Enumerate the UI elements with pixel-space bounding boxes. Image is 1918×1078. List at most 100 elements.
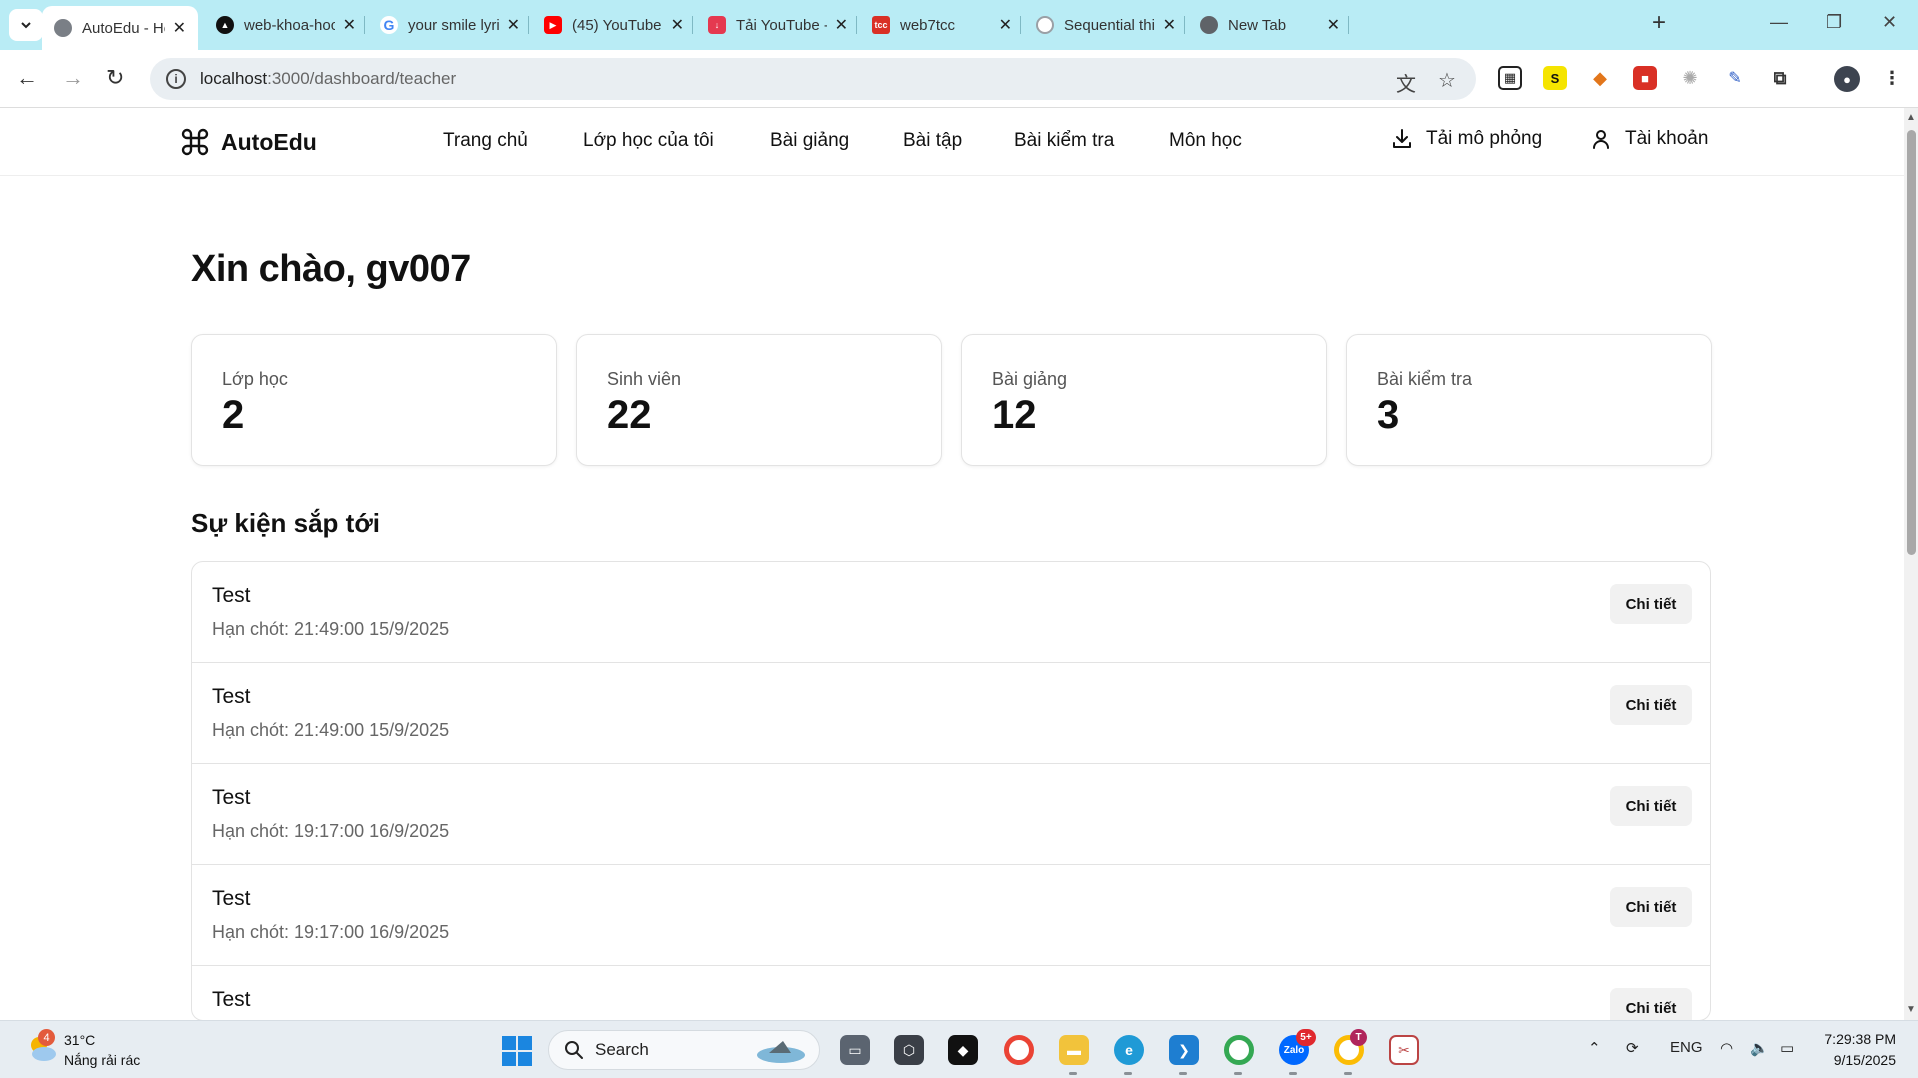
battery-icon[interactable]: ▭	[1780, 1039, 1794, 1057]
reload-icon[interactable]: ↻	[106, 65, 124, 91]
pen-icon[interactable]: ✎	[1723, 66, 1747, 90]
browser-tab-strip: AutoEdu - Hệ thống ✕ ▲ web-khoa-hoc-k ✕ …	[0, 0, 1918, 50]
close-icon[interactable]: ✕	[1163, 15, 1176, 35]
scrollbar-thumb[interactable]	[1907, 130, 1916, 555]
extension-icon[interactable]: S	[1543, 66, 1567, 90]
detail-button[interactable]: Chi tiết	[1610, 685, 1692, 725]
stat-card-classes: Lớp học 2	[191, 334, 557, 466]
stat-value: 12	[992, 393, 1037, 437]
close-icon[interactable]: ✕	[999, 15, 1012, 35]
app-icon[interactable]: ⬡	[894, 1035, 924, 1065]
windows-start-icon[interactable]	[502, 1036, 532, 1066]
tab-title: Tải YouTube - Tả	[736, 16, 827, 34]
browser-tab[interactable]: ▲ web-khoa-hoc-k ✕	[204, 6, 368, 44]
download-simulation-button[interactable]: Tải mô phỏng	[1390, 127, 1542, 151]
info-icon[interactable]: i	[166, 69, 186, 89]
clock-time[interactable]: 7:29:38 PM	[1816, 1031, 1896, 1047]
stat-card-students: Sinh viên 22	[576, 334, 942, 466]
download-icon	[1393, 129, 1411, 148]
profile-badge: T	[1350, 1029, 1367, 1046]
weather-description[interactable]: Nắng rải rác	[64, 1052, 140, 1068]
tab-separator	[1184, 16, 1185, 34]
vscode-icon[interactable]: ❯	[1169, 1035, 1199, 1065]
weather-alert-badge: 4	[38, 1029, 55, 1046]
scroll-up-icon[interactable]: ▲	[1906, 112, 1916, 123]
language-indicator[interactable]: ENG	[1670, 1039, 1703, 1056]
metamask-icon[interactable]: ◆	[1588, 66, 1612, 90]
tab-title: your smile lyrics	[408, 16, 499, 34]
app-icon[interactable]: ◆	[948, 1035, 978, 1065]
browser-tab[interactable]: New Tab ✕	[1188, 6, 1352, 44]
puzzle-icon[interactable]: ⧉	[1768, 66, 1792, 90]
wifi-icon[interactable]: ◠	[1720, 1039, 1733, 1057]
close-icon[interactable]: ✕	[173, 18, 186, 38]
translate-icon[interactable]: 文	[1396, 68, 1416, 97]
nav-home[interactable]: Trang chủ	[443, 130, 528, 152]
profile-avatar[interactable]: ●	[1834, 66, 1860, 92]
edge-icon[interactable]: e	[1114, 1035, 1144, 1065]
detail-button[interactable]: Chi tiết	[1610, 988, 1692, 1020]
star-icon[interactable]: ☆	[1438, 68, 1456, 93]
more-options-icon[interactable]: ⋮	[1880, 66, 1904, 90]
detail-button[interactable]: Chi tiết	[1610, 584, 1692, 624]
browser-tab[interactable]: AutoEdu - Hệ thống ✕	[42, 6, 198, 50]
nav-exams[interactable]: Bài kiểm tra	[1014, 130, 1114, 152]
scroll-down-icon[interactable]: ▼	[1906, 1004, 1916, 1015]
nav-subjects[interactable]: Môn học	[1169, 130, 1242, 152]
minimize-icon[interactable]: —	[1770, 12, 1788, 33]
chevron-down-icon	[21, 22, 31, 29]
tray-overflow-icon[interactable]: ⌃	[1588, 1039, 1601, 1057]
running-indicator	[1179, 1072, 1187, 1075]
tab-title: Sequential think	[1064, 16, 1155, 34]
tab-separator	[1348, 16, 1349, 34]
taskbar-search[interactable]: Search	[548, 1030, 820, 1070]
close-icon[interactable]: ✕	[835, 15, 848, 35]
tab-title: (45) YouTube	[572, 16, 662, 34]
close-icon[interactable]: ✕	[507, 15, 520, 35]
url-text: localhost:3000/dashboard/teacher	[200, 69, 456, 89]
detail-button[interactable]: Chi tiết	[1610, 887, 1692, 927]
browser-tab[interactable]: ↓ Tải YouTube - Tả ✕	[696, 6, 860, 44]
page-scrollbar[interactable]: ▲ ▼	[1904, 108, 1918, 1020]
volume-icon[interactable]: 🔈	[1750, 1039, 1769, 1057]
stat-value: 22	[607, 393, 652, 437]
qr-code-icon[interactable]: ▦	[1498, 66, 1522, 90]
close-icon[interactable]: ✕	[671, 15, 684, 35]
close-window-icon[interactable]: ✕	[1882, 12, 1897, 33]
browser-tab[interactable]: G your smile lyrics ✕	[368, 6, 532, 44]
weather-temperature[interactable]: 31°C	[64, 1032, 95, 1048]
chrome-profile-icon[interactable]	[1224, 1035, 1254, 1065]
brand-logo[interactable]: AutoEdu	[181, 128, 317, 156]
nav-lectures[interactable]: Bài giảng	[770, 130, 849, 152]
task-view-icon[interactable]: ▭	[840, 1035, 870, 1065]
sun-icon[interactable]: ✺	[1678, 66, 1702, 90]
chrome-icon[interactable]	[1004, 1035, 1034, 1065]
account-button[interactable]: Tài khoản	[1589, 127, 1708, 151]
back-icon[interactable]: ←	[16, 65, 38, 91]
browser-tab[interactable]: tcc web7tcc ✕	[860, 6, 1024, 44]
site-icon: tcc	[872, 16, 890, 34]
sync-icon[interactable]: ⟳	[1626, 1039, 1639, 1057]
browser-tab[interactable]: Sequential think ✕	[1024, 6, 1188, 44]
restore-icon[interactable]: ❐	[1826, 12, 1842, 33]
address-bar[interactable]: i localhost:3000/dashboard/teacher 文 ☆	[150, 58, 1476, 100]
close-icon[interactable]: ✕	[1327, 15, 1340, 35]
snipping-tool-icon[interactable]: ✂	[1389, 1035, 1419, 1065]
list-item: Test Hạn chót: 21:49:00 15/9/2025 Chi ti…	[192, 663, 1710, 764]
nav-my-classes[interactable]: Lớp học của tôi	[583, 130, 714, 152]
file-explorer-icon[interactable]: ▬	[1059, 1035, 1089, 1065]
browser-tab[interactable]: ▶ (45) YouTube ✕	[532, 6, 696, 44]
event-deadline: Hạn chót: 19:17:00 16/9/2025	[212, 922, 450, 942]
tab-search-button[interactable]	[9, 9, 43, 41]
clock-date[interactable]: 9/15/2025	[1816, 1052, 1896, 1068]
notification-badge: 5+	[1296, 1029, 1316, 1046]
url-host: localhost	[200, 69, 268, 88]
extension-icon[interactable]: ■	[1633, 66, 1657, 90]
stat-label: Bài kiểm tra	[1377, 369, 1473, 389]
detail-button[interactable]: Chi tiết	[1610, 786, 1692, 826]
nav-assignments[interactable]: Bài tập	[903, 130, 962, 152]
close-icon[interactable]: ✕	[343, 15, 356, 35]
forward-icon[interactable]: →	[62, 65, 84, 91]
chrome-icon	[1200, 16, 1218, 34]
new-tab-button[interactable]: +	[1652, 11, 1666, 35]
